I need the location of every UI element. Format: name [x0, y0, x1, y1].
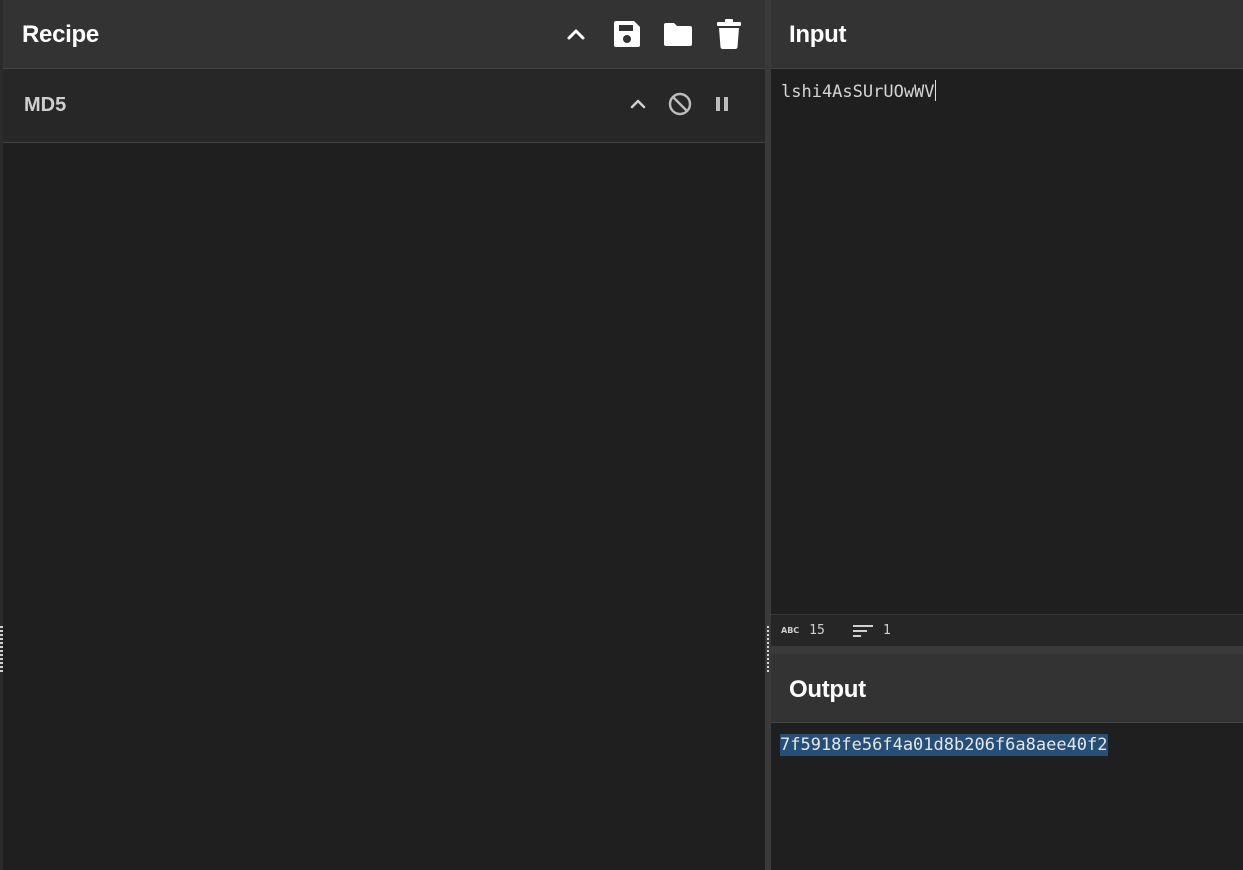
load-recipe-button[interactable]: [660, 16, 696, 52]
input-length-status: ABC 15: [781, 623, 825, 639]
recipe-header: Recipe: [3, 0, 765, 69]
lines-icon: [853, 625, 873, 637]
operation-name: MD5: [24, 94, 67, 116]
floppy-disk-icon: [614, 21, 640, 47]
output-pane: Output 7f5918fe56f4a01d8b206f6a8aee40f2: [771, 654, 1243, 870]
input-status-bar: ABC 15 1: [771, 614, 1243, 646]
gutter-grip[interactable]: [767, 626, 769, 672]
output-title: Output: [789, 676, 866, 703]
recipe-operation-md5[interactable]: MD5: [3, 69, 765, 143]
clear-recipe-button[interactable]: [711, 16, 747, 52]
input-editor[interactable]: lshi4AsSUrUOwWV: [781, 80, 1231, 103]
pause-icon: [716, 97, 728, 111]
disable-operation-button[interactable]: [665, 89, 695, 119]
recipe-pane: Recipe MD5: [3, 0, 765, 870]
input-title: Input: [789, 21, 847, 48]
horizontal-resize-gutter[interactable]: [771, 646, 1243, 654]
output-value[interactable]: 7f5918fe56f4a01d8b206f6a8aee40f2: [780, 734, 1108, 756]
input-lines-status: 1: [853, 623, 891, 639]
breakpoint-operation-button[interactable]: [707, 89, 737, 119]
folder-icon: [664, 23, 692, 46]
chevron-up-icon: [567, 29, 585, 40]
text-caret: [934, 80, 936, 101]
input-header: Input: [771, 0, 1243, 69]
cyberchef-app: Recipe MD5 Input lshi4AsSUrUOwWV ABC 15 …: [0, 0, 1243, 870]
chevron-up-icon: [630, 99, 646, 109]
abc-icon: ABC: [781, 626, 800, 635]
trash-icon: [717, 19, 741, 49]
input-length-value: 15: [809, 623, 825, 638]
output-header: Output: [771, 654, 1243, 723]
input-lines-value: 1: [883, 623, 891, 638]
collapse-operation-button[interactable]: [623, 89, 653, 119]
collapse-recipe-button[interactable]: [558, 16, 594, 52]
save-recipe-button[interactable]: [609, 16, 645, 52]
input-value: lshi4AsSUrUOwWV: [781, 82, 935, 102]
input-pane: Input lshi4AsSUrUOwWV ABC 15 1: [771, 0, 1243, 646]
recipe-title: Recipe: [22, 21, 99, 48]
block-icon: [668, 92, 692, 116]
